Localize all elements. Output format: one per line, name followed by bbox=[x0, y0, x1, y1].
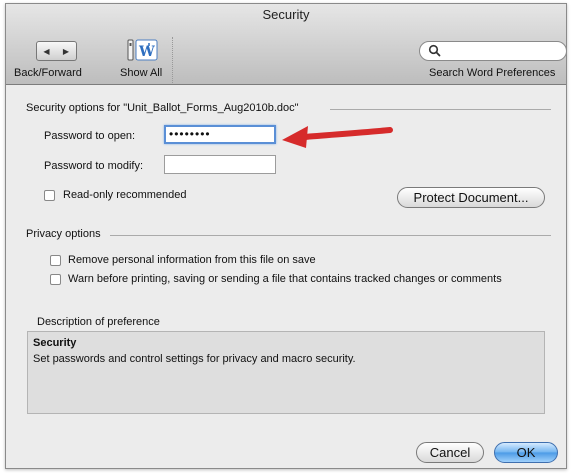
forward-icon: ▶ bbox=[62, 46, 70, 56]
protect-document-button[interactable]: Protect Document... bbox=[397, 187, 545, 208]
toolbar-separator bbox=[172, 37, 174, 83]
show-all-button[interactable]: Show All bbox=[120, 67, 162, 79]
password-open-label: Password to open: bbox=[44, 130, 136, 142]
description-box: Security Set passwords and control setti… bbox=[27, 331, 545, 414]
description-text: Set passwords and control settings for p… bbox=[33, 353, 356, 365]
security-divider bbox=[330, 109, 551, 110]
password-modify-label: Password to modify: bbox=[44, 160, 144, 172]
readonly-label: Read-only recommended bbox=[63, 189, 187, 201]
preferences-window: Security ◀ ▶ Back/Forward W Show All Sea… bbox=[5, 3, 567, 469]
ok-button[interactable]: OK bbox=[494, 442, 558, 463]
password-open-field[interactable]: •••••••• bbox=[164, 125, 276, 144]
window-title: Security bbox=[262, 7, 310, 22]
remove-info-checkbox[interactable] bbox=[50, 255, 61, 266]
back-icon: ◀ bbox=[43, 46, 50, 56]
toolbar: Security ◀ ▶ Back/Forward W Show All Sea… bbox=[6, 4, 567, 85]
forward-button[interactable]: ▶ bbox=[56, 41, 77, 61]
show-all-icon[interactable]: W bbox=[127, 37, 159, 65]
warn-label: Warn before printing, saving or sending … bbox=[68, 273, 502, 285]
cancel-button[interactable]: Cancel bbox=[416, 442, 484, 463]
svg-text:W: W bbox=[138, 44, 155, 60]
search-label: Search Word Preferences bbox=[429, 67, 556, 79]
remove-info-label: Remove personal information from this fi… bbox=[68, 254, 316, 266]
security-section-title: Security options for "Unit_Ballot_Forms_… bbox=[26, 102, 299, 114]
readonly-checkbox[interactable] bbox=[44, 190, 55, 201]
description-heading: Security bbox=[33, 337, 77, 349]
warn-checkbox[interactable] bbox=[50, 274, 61, 285]
red-arrow-annotation bbox=[282, 126, 393, 148]
password-modify-field[interactable] bbox=[164, 155, 276, 174]
description-section-title: Description of preference bbox=[37, 316, 160, 328]
search-input[interactable] bbox=[419, 41, 567, 61]
privacy-divider bbox=[110, 235, 551, 236]
privacy-section-title: Privacy options bbox=[26, 228, 101, 240]
back-forward-label: Back/Forward bbox=[14, 67, 82, 79]
back-button[interactable]: ◀ bbox=[36, 41, 57, 61]
search-icon bbox=[428, 44, 441, 57]
